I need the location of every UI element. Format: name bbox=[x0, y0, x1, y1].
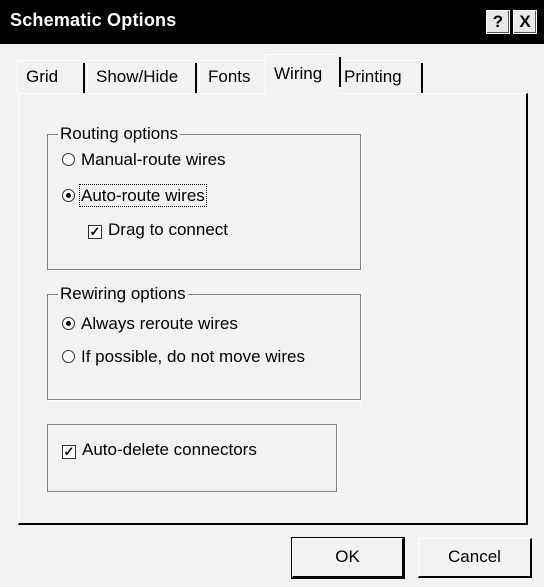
tab-separator bbox=[83, 63, 85, 93]
tab-printing[interactable]: Printing bbox=[335, 60, 423, 93]
tab-show-hide[interactable]: Show/Hide bbox=[87, 60, 197, 93]
ok-button[interactable]: OK bbox=[291, 537, 405, 579]
checkmark-icon: ✓ bbox=[62, 444, 76, 459]
auto-delete-group: ✓ Auto-delete connectors bbox=[47, 424, 337, 492]
radio-on-icon bbox=[62, 317, 75, 330]
tab-separator bbox=[339, 57, 341, 87]
help-button[interactable]: ? bbox=[486, 10, 510, 34]
radio-off-icon bbox=[62, 153, 75, 166]
drag-to-connect-label: Drag to connect bbox=[108, 220, 229, 239]
radio-on-icon bbox=[62, 189, 75, 202]
auto-delete-label: Auto-delete connectors bbox=[82, 440, 257, 459]
title-bar: Schematic Options ? X bbox=[0, 0, 544, 44]
tab-show-hide-label: Show/Hide bbox=[96, 67, 179, 86]
rewiring-options-title: Rewiring options bbox=[58, 284, 188, 304]
manual-route-radio[interactable]: Manual-route wires bbox=[62, 149, 226, 171]
checkmark-icon: ✓ bbox=[88, 224, 102, 239]
auto-route-radio[interactable]: Auto-route wires bbox=[62, 184, 207, 207]
schematic-options-dialog: Schematic Options ? X Grid Show/Hide Fon… bbox=[0, 0, 544, 587]
tab-grid[interactable]: Grid bbox=[17, 60, 85, 93]
tab-separator bbox=[195, 63, 197, 93]
tab-grid-label: Grid bbox=[26, 67, 59, 86]
drag-to-connect-checkbox[interactable]: ✓ Drag to connect bbox=[88, 219, 228, 241]
tab-fonts[interactable]: Fonts bbox=[199, 60, 273, 92]
tab-wiring-label: Wiring bbox=[274, 64, 323, 83]
tab-fonts-label: Fonts bbox=[208, 67, 251, 86]
auto-route-label: Auto-route wires bbox=[79, 184, 207, 207]
tab-wiring[interactable]: Wiring bbox=[265, 54, 341, 94]
if-possible-label: If possible, do not move wires bbox=[81, 347, 305, 366]
routing-options-title: Routing options bbox=[58, 124, 181, 144]
radio-off-icon bbox=[62, 350, 75, 363]
cancel-button[interactable]: Cancel bbox=[418, 538, 532, 578]
auto-delete-checkbox[interactable]: ✓ Auto-delete connectors bbox=[62, 439, 257, 461]
tab-separator bbox=[421, 63, 423, 93]
close-button[interactable]: X bbox=[513, 10, 537, 34]
wiring-tab-panel: Routing options Manual-route wires Auto-… bbox=[18, 93, 528, 525]
routing-options-group: Routing options Manual-route wires Auto-… bbox=[47, 124, 361, 270]
dialog-title: Schematic Options bbox=[10, 10, 177, 30]
tab-printing-label: Printing bbox=[344, 67, 402, 86]
rewiring-options-group: Rewiring options Always reroute wires If… bbox=[47, 284, 361, 400]
if-possible-radio[interactable]: If possible, do not move wires bbox=[62, 346, 305, 368]
always-reroute-radio[interactable]: Always reroute wires bbox=[62, 313, 238, 335]
always-reroute-label: Always reroute wires bbox=[81, 314, 238, 333]
manual-route-label: Manual-route wires bbox=[81, 150, 226, 169]
